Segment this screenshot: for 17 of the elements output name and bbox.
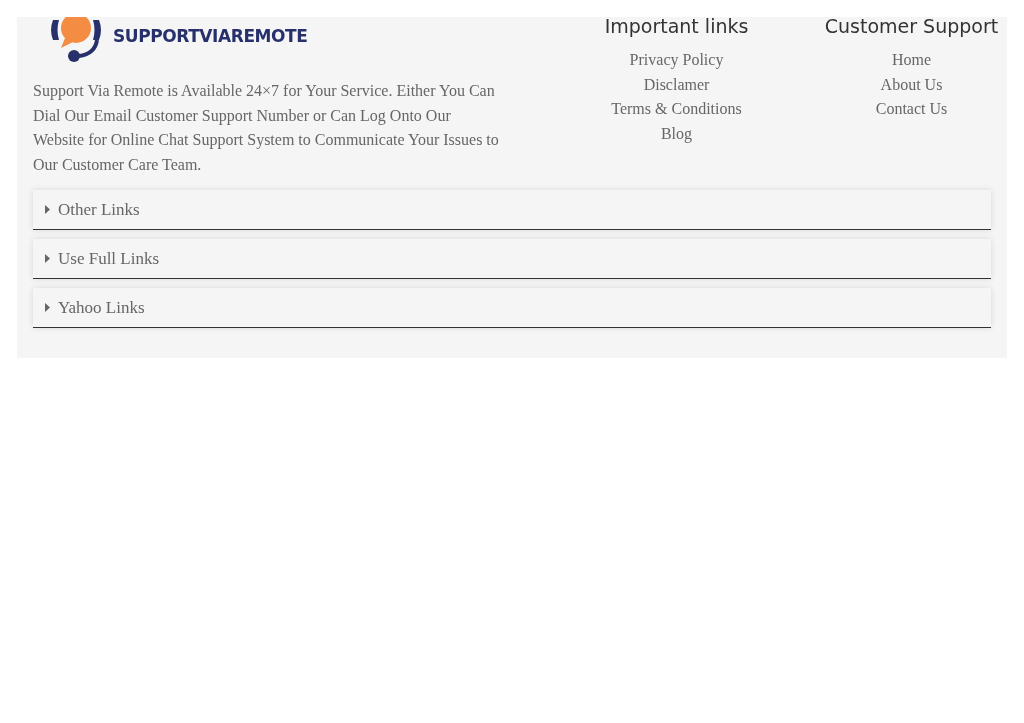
accordion-header[interactable]: Use Full Links: [33, 239, 991, 280]
footer-link[interactable]: Contact Us: [875, 97, 948, 122]
footer-link[interactable]: Terms & Conditions: [611, 97, 742, 122]
about-paragraph: Support Via Remote is Available 24×7 for Your Service. Either You Can Dial Our Email Customer Support Number or Can Log Onto Our Website for Online Chat Support System to Communicate Your Issues to Our Customer Care Team.: [33, 81, 500, 175]
footer-link[interactable]: Disclamer: [643, 72, 710, 98]
column-heading: Important links: [604, 17, 749, 39]
caret-right-icon: [44, 254, 50, 264]
footer-link[interactable]: Privacy Policy: [629, 48, 724, 73]
column-heading: Customer Support: [824, 17, 999, 39]
accordion-header[interactable]: Other Links: [33, 190, 991, 231]
footer-link[interactable]: Blog: [660, 121, 693, 147]
caret-right-icon: [44, 303, 50, 313]
footer-link[interactable]: Home: [891, 48, 932, 73]
logo-wordmark: SUPPORTVIAREMOTE: [113, 25, 308, 49]
accordion-header[interactable]: Yahoo Links: [33, 288, 991, 329]
footer-link[interactable]: About Us: [880, 72, 943, 98]
caret-right-icon: [44, 205, 50, 215]
